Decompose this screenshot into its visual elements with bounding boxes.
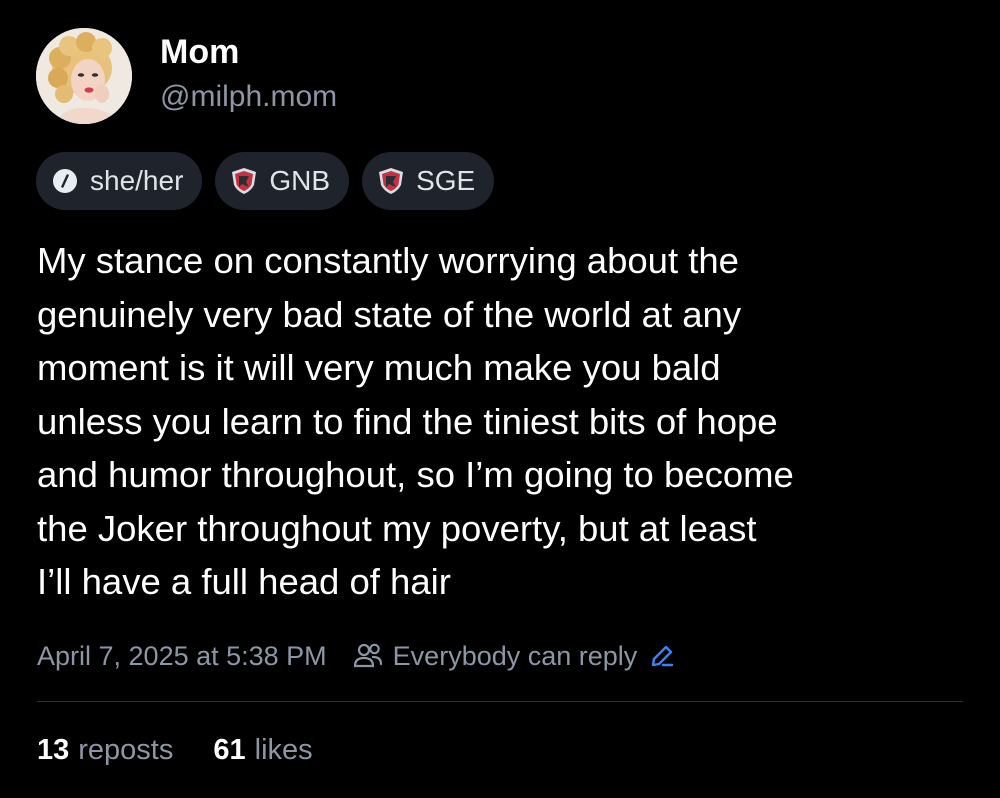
shield-badge-icon (376, 166, 406, 196)
reposts-count: 13 (37, 734, 70, 766)
avatar[interactable] (36, 28, 132, 124)
author-names: Mom @milph.mom (160, 31, 337, 117)
reply-settings[interactable]: Everybody can reply (351, 636, 678, 676)
divider (37, 701, 963, 702)
post-thread-view: Mom @milph.mom she/her GNB SGE My stance… (0, 0, 1000, 798)
profile-badges: she/her GNB SGE (36, 152, 495, 210)
badge-label: GNB (269, 165, 331, 196)
badge-label: she/her (90, 165, 184, 196)
author-handle[interactable]: @milph.mom (160, 77, 337, 117)
reposts-stat[interactable]: 13 reposts (37, 730, 173, 770)
post-meta: April 7, 2025 at 5:38 PM Everybody can r… (37, 636, 677, 676)
likes-count: 61 (213, 734, 246, 766)
badge-pronouns[interactable]: she/her (36, 152, 203, 210)
badge-label: SGE (416, 165, 476, 196)
avatar-photo (36, 28, 132, 124)
pronoun-icon (50, 166, 80, 196)
badge-gnb[interactable]: GNB (215, 152, 350, 210)
pencil-icon[interactable] (647, 641, 677, 671)
reply-setting-label: Everybody can reply (392, 641, 638, 671)
likes-stat[interactable]: 61 likes (213, 730, 312, 770)
badge-sge[interactable]: SGE (362, 152, 495, 210)
likes-label: likes (254, 734, 313, 766)
post-timestamp[interactable]: April 7, 2025 at 5:38 PM (37, 636, 327, 676)
post-header: Mom @milph.mom (36, 28, 337, 124)
shield-badge-icon (229, 166, 259, 196)
people-icon (351, 639, 385, 673)
author-display-name[interactable]: Mom (160, 31, 337, 73)
post-text: My stance on constantly worrying about t… (37, 240, 794, 602)
reposts-label: reposts (78, 734, 174, 766)
post-stats: 13 reposts 61 likes (37, 730, 353, 770)
